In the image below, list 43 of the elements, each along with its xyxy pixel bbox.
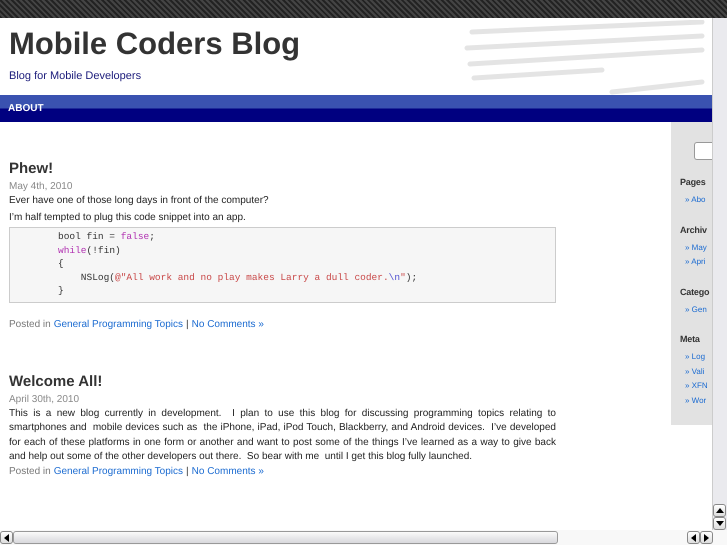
post-paragraph: Ever have one of those long days in front of the computer?	[9, 194, 270, 208]
post-title[interactable]: Phew!	[9, 160, 556, 177]
post-date: May 4th, 2010	[9, 181, 74, 192]
sidebar-link[interactable]: » Log	[685, 350, 712, 364]
sidebar-heading: Catego	[680, 286, 710, 296]
sidebar-heading: Meta	[680, 334, 701, 344]
scroll-up-icon[interactable]	[713, 504, 726, 517]
post-date: April 30th, 2010	[9, 394, 80, 404]
sidebar-heading: Pages	[680, 177, 707, 187]
sidebar-link[interactable]: » May	[685, 240, 712, 255]
site-tagline: Blog for Mobile Developers	[9, 70, 142, 82]
category-link[interactable]: General Programming Topics	[54, 318, 184, 330]
comments-link[interactable]: No Comments »	[192, 466, 264, 476]
posted-in-label: Posted in	[9, 466, 51, 476]
sidebar-link[interactable]: » Vali	[685, 364, 712, 379]
code-line: {	[58, 257, 65, 270]
sidebar-heading: Archiv	[680, 224, 708, 234]
code-line: bool fin = false;	[58, 230, 156, 244]
scroll-thumb[interactable]	[13, 531, 558, 544]
separator: |	[186, 466, 189, 476]
vertical-scrollbar[interactable]	[712, 18, 727, 530]
scroll-left-icon[interactable]	[0, 531, 13, 544]
comments-link[interactable]: No Comments »	[192, 318, 264, 330]
scroll-right-icon[interactable]	[700, 531, 713, 544]
code-line: while(!fin)	[58, 244, 122, 257]
sidebar-link[interactable]: » Gen	[685, 302, 712, 317]
post-title[interactable]: Welcome All!	[9, 372, 556, 390]
post-paragraph: This is a new blog currently in development. I plan to use this blog for discussing programming topics relating to smartphones and mobile devices such as the iPhone, iPad, iPod Touch, Blackberry, and Android devices. I’ve developed for each of these platforms in one form or another and want to post some of the things I’ve learned as a way to give back and help out some of the other developers out there. So bear with me until I get this blog fully launched.	[9, 406, 556, 464]
post-paragraph: I’m half tempted to plug this code snippet into an app.	[9, 210, 247, 224]
scroll-down-icon[interactable]	[713, 517, 726, 530]
sidebar-link[interactable]: » XFN	[685, 379, 712, 394]
code-line: }	[58, 284, 65, 298]
posted-in-label: Posted in	[9, 318, 51, 330]
sidebar-link[interactable]: » Wor	[685, 394, 712, 408]
site-title[interactable]: Mobile Coders Blog	[9, 26, 703, 62]
sidebar-link[interactable]: » Apri	[685, 255, 712, 270]
code-line: NSLog(@"All work and no play makes Larry a dull coder.\n");	[80, 270, 418, 284]
category-link[interactable]: General Programming Topics	[54, 466, 184, 476]
nav-link[interactable]: ABOUT	[8, 103, 44, 114]
sidebar-link[interactable]: » Abo	[685, 193, 712, 208]
horizontal-scrollbar[interactable]	[0, 530, 727, 545]
scroll-left-icon[interactable]	[687, 531, 700, 544]
separator: |	[186, 318, 189, 330]
